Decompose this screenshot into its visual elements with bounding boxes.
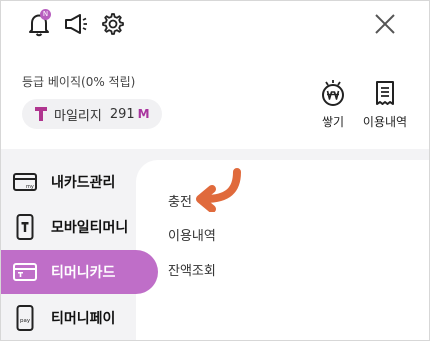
notice-button[interactable] <box>62 10 90 38</box>
sidebar-item-label: 티머니카드 <box>51 265 116 281</box>
mileage-label: 마일리지 <box>54 108 102 124</box>
submenu-panel: 충전 이용내역 잔액조회 <box>136 160 430 341</box>
sidebar-item-my-card[interactable]: my 내카드관리 <box>0 160 158 204</box>
card-t-icon <box>13 260 37 284</box>
sidebar-item-mobile-tmoney[interactable]: 모바일티머니 <box>0 205 158 249</box>
megaphone-icon <box>65 14 87 34</box>
earn-label: 쌓기 <box>321 115 345 129</box>
pointer-arrow-icon <box>196 168 241 212</box>
mobile-pay-icon: pay <box>13 305 37 331</box>
earn-button[interactable]: 쌓기 <box>303 78 363 130</box>
sidebar-item-label: 모바일티머니 <box>51 220 129 236</box>
close-icon <box>375 14 395 34</box>
sidebar-item-tmoney-card[interactable]: 티머니카드 <box>0 250 158 294</box>
card-my-icon: my <box>13 170 37 194</box>
gear-icon <box>102 13 124 35</box>
tmoney-t-icon <box>34 106 48 122</box>
submenu-item-history[interactable]: 이용내역 <box>168 225 216 244</box>
won-coin-icon <box>319 78 347 108</box>
close-button[interactable] <box>370 9 400 39</box>
submenu-item-balance[interactable]: 잔액조회 <box>168 260 216 279</box>
history-button[interactable]: 이용내역 <box>355 78 415 130</box>
sidebar-item-label: 티머니페이 <box>51 311 116 327</box>
top-icon-bar: N <box>25 9 127 38</box>
svg-text:my: my <box>26 184 34 190</box>
receipt-icon <box>374 78 396 108</box>
mobile-t-icon <box>13 214 37 240</box>
history-label: 이용내역 <box>362 115 408 129</box>
mileage-unit: M <box>137 107 150 121</box>
sidebar-item-tmoney-pay[interactable]: pay 티머니페이 <box>0 296 158 340</box>
notification-badge: N <box>40 9 51 20</box>
mileage-value: 291 <box>109 106 135 122</box>
svg-text:pay: pay <box>20 318 31 324</box>
sidebar-item-label: 내카드관리 <box>51 175 116 191</box>
mileage-pill[interactable]: 마일리지 291 M <box>22 99 162 129</box>
settings-button[interactable] <box>99 10 127 38</box>
submenu-item-charge[interactable]: 충전 <box>168 191 192 210</box>
grade-text: 등급 베이직(0% 적립) <box>22 75 136 89</box>
header: N 등급 베이직(0% 적립) 마일리지 291 M 쌓기 이용내역 <box>0 0 430 149</box>
notification-button[interactable]: N <box>25 9 53 38</box>
